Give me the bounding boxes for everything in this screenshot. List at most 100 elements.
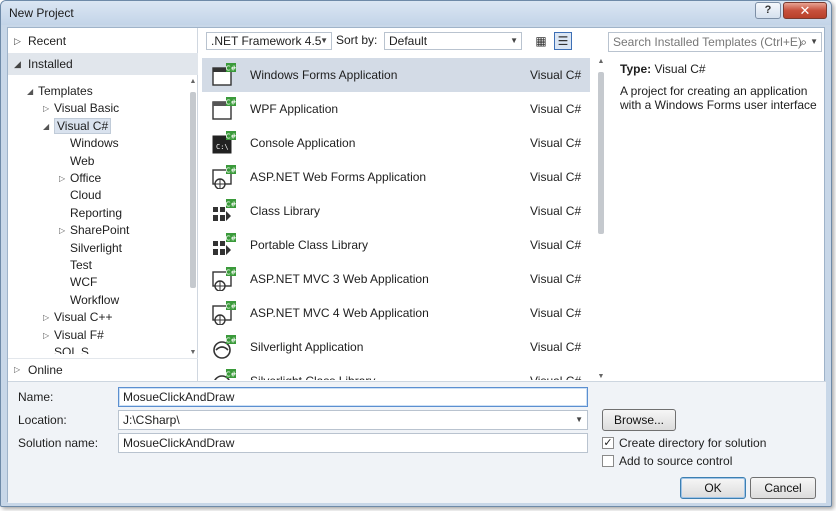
collapse-arrow-icon[interactable]: ◢: [27, 83, 33, 100]
tree-item[interactable]: ▷ SharePoint: [59, 222, 129, 239]
checkbox-box[interactable]: ✓: [602, 437, 614, 449]
expand-arrow-icon: ▷: [14, 365, 21, 374]
tree-item[interactable]: WCF: [70, 274, 97, 291]
project-name-input[interactable]: MosueClickAndDraw: [118, 387, 588, 407]
list-view-button[interactable]: ☰: [554, 32, 572, 50]
template-item[interactable]: C# Class Library Visual C#: [202, 194, 590, 228]
expand-arrow-icon[interactable]: ▷: [59, 170, 65, 187]
expand-arrow-icon: ▷: [14, 36, 21, 46]
template-list-scrollbar[interactable]: ▲ ▼: [596, 58, 606, 380]
scroll-up-icon[interactable]: ▲: [596, 58, 606, 65]
mvc3-icon: C#: [212, 267, 237, 292]
template-item[interactable]: C# Silverlight Class Library Visual C#: [202, 364, 590, 380]
search-icon[interactable]: ⌕: [800, 33, 807, 51]
svg-text:C#: C#: [226, 371, 236, 379]
tree-item[interactable]: ▷ Visual Basic: [43, 100, 120, 117]
template-name: Console Application: [250, 136, 356, 150]
template-name: ASP.NET MVC 4 Web Application: [250, 306, 429, 320]
template-item[interactable]: C# WPF Application Visual C#: [202, 92, 590, 126]
tree-scrollbar[interactable]: ▲ ▼: [188, 78, 198, 356]
template-tree: ◢ Templates ▷ Visual Basic ◢ Visual C# Windows…: [8, 82, 188, 354]
class-library-icon: C#: [212, 199, 237, 223]
tree-item[interactable]: Test: [70, 257, 92, 274]
template-type: Type: Visual C#: [620, 62, 706, 76]
tree-item[interactable]: Cloud: [70, 187, 101, 204]
scroll-up-icon[interactable]: ▲: [188, 78, 198, 85]
search-templates-input[interactable]: Search Installed Templates (Ctrl+E) ⌕ ▼: [608, 32, 822, 52]
tree-item[interactable]: ▷ Visual F#: [43, 327, 104, 344]
tree-item[interactable]: Windows: [70, 135, 119, 152]
nav-installed[interactable]: ◢ Installed: [8, 53, 198, 75]
tree-item[interactable]: Web: [70, 153, 94, 170]
template-scroll-thumb[interactable]: [598, 72, 604, 234]
search-placeholder: Search Installed Templates (Ctrl+E): [613, 35, 802, 49]
expand-arrow-icon[interactable]: ▷: [43, 309, 49, 326]
tree-item-label: SQL S: [54, 345, 89, 354]
tree-item[interactable]: ▷ Visual C++: [43, 309, 112, 326]
template-language: Visual C#: [530, 136, 582, 150]
window-title: New Project: [9, 6, 74, 20]
template-item[interactable]: C# ASP.NET MVC 3 Web Application Visual C#: [202, 262, 590, 296]
template-item[interactable]: C# ASP.NET MVC 4 Web Application Visual C#: [202, 296, 590, 330]
tree-item[interactable]: SQL S: [54, 344, 89, 354]
nav-recent[interactable]: ▷ Recent: [8, 30, 198, 52]
grid-view-button[interactable]: ▦: [532, 32, 550, 50]
tree-item[interactable]: ◢ Templates: [27, 83, 93, 100]
template-language: Visual C#: [530, 204, 582, 218]
close-button[interactable]: ✕: [783, 2, 827, 19]
chevron-down-icon: ▼: [320, 36, 328, 45]
tree-item-label: Silverlight: [70, 240, 123, 255]
template-name: ASP.NET MVC 3 Web Application: [250, 272, 429, 286]
template-language: Visual C#: [530, 340, 582, 354]
template-item[interactable]: C# ASP.NET Web Forms Application Visual C#: [202, 160, 590, 194]
solution-name-input[interactable]: MosueClickAndDraw: [118, 433, 588, 453]
cancel-button[interactable]: Cancel: [750, 477, 816, 499]
project-settings-form: Name: MosueClickAndDraw Location: J:\CSh…: [8, 381, 826, 503]
tree-item[interactable]: ▷ Office: [59, 170, 102, 187]
framework-select[interactable]: .NET Framework 4.5 ▼: [206, 32, 332, 50]
tree-item[interactable]: Reporting: [70, 205, 122, 222]
scroll-down-icon[interactable]: ▼: [596, 373, 606, 380]
dialog-body: ▷ Recent ◢ Installed ◢ Templates ▷ Visual B…: [7, 27, 826, 503]
template-item[interactable]: C# Portable Class Library Visual C#: [202, 228, 590, 262]
chevron-down-icon[interactable]: ▼: [575, 411, 583, 429]
tree-item-label: Web: [70, 153, 95, 168]
svg-text:C#: C#: [226, 167, 236, 175]
collapse-arrow-icon[interactable]: ◢: [43, 118, 49, 135]
tree-item-label: Visual Basic: [54, 101, 120, 116]
template-language: Visual C#: [530, 170, 582, 184]
expand-arrow-icon[interactable]: ▷: [43, 100, 49, 117]
location-input[interactable]: J:\CSharp\ ▼: [118, 410, 588, 430]
tree-scroll-thumb[interactable]: [190, 92, 196, 288]
chevron-down-icon[interactable]: ▼: [810, 33, 818, 51]
ok-button[interactable]: OK: [680, 477, 746, 499]
tree-item[interactable]: Silverlight: [70, 240, 122, 257]
template-name: Class Library: [250, 204, 321, 218]
template-language: Visual C#: [530, 238, 582, 252]
name-label: Name:: [18, 390, 54, 404]
expand-arrow-icon[interactable]: ▷: [59, 222, 65, 239]
template-item[interactable]: C:\ C# Console Application Visual C#: [202, 126, 590, 160]
checkbox-box[interactable]: [602, 455, 614, 467]
template-name: Portable Class Library: [250, 238, 369, 252]
tree-item-label: Test: [70, 258, 93, 272]
tree-item-label: Templates: [38, 84, 93, 98]
tree-item[interactable]: ◢ Visual C#: [43, 117, 112, 135]
tree-item[interactable]: Workflow: [70, 292, 119, 309]
tree-item-label: Office: [70, 171, 102, 185]
expand-arrow-icon[interactable]: ▷: [43, 327, 49, 344]
scroll-down-icon[interactable]: ▼: [188, 349, 198, 356]
template-item[interactable]: C# Windows Forms Application Visual C#: [202, 58, 590, 92]
nav-online[interactable]: ▷ Online: [8, 358, 198, 380]
help-button[interactable]: ?: [755, 2, 781, 19]
tree-item-label: WCF: [70, 275, 98, 290]
browse-button[interactable]: Browse...: [602, 409, 676, 431]
template-name: Windows Forms Application: [250, 68, 398, 82]
template-category-panel: ▷ Recent ◢ Installed ◢ Templates ▷ Visual B…: [8, 28, 198, 381]
template-item[interactable]: C# Silverlight Application Visual C#: [202, 330, 590, 364]
svg-text:C#: C#: [226, 201, 236, 209]
source-control-label: Add to source control: [619, 454, 733, 468]
svg-text:C:\: C:\: [216, 143, 229, 151]
sort-select[interactable]: Default ▼: [384, 32, 522, 50]
nav-online-label: Online: [28, 363, 63, 377]
